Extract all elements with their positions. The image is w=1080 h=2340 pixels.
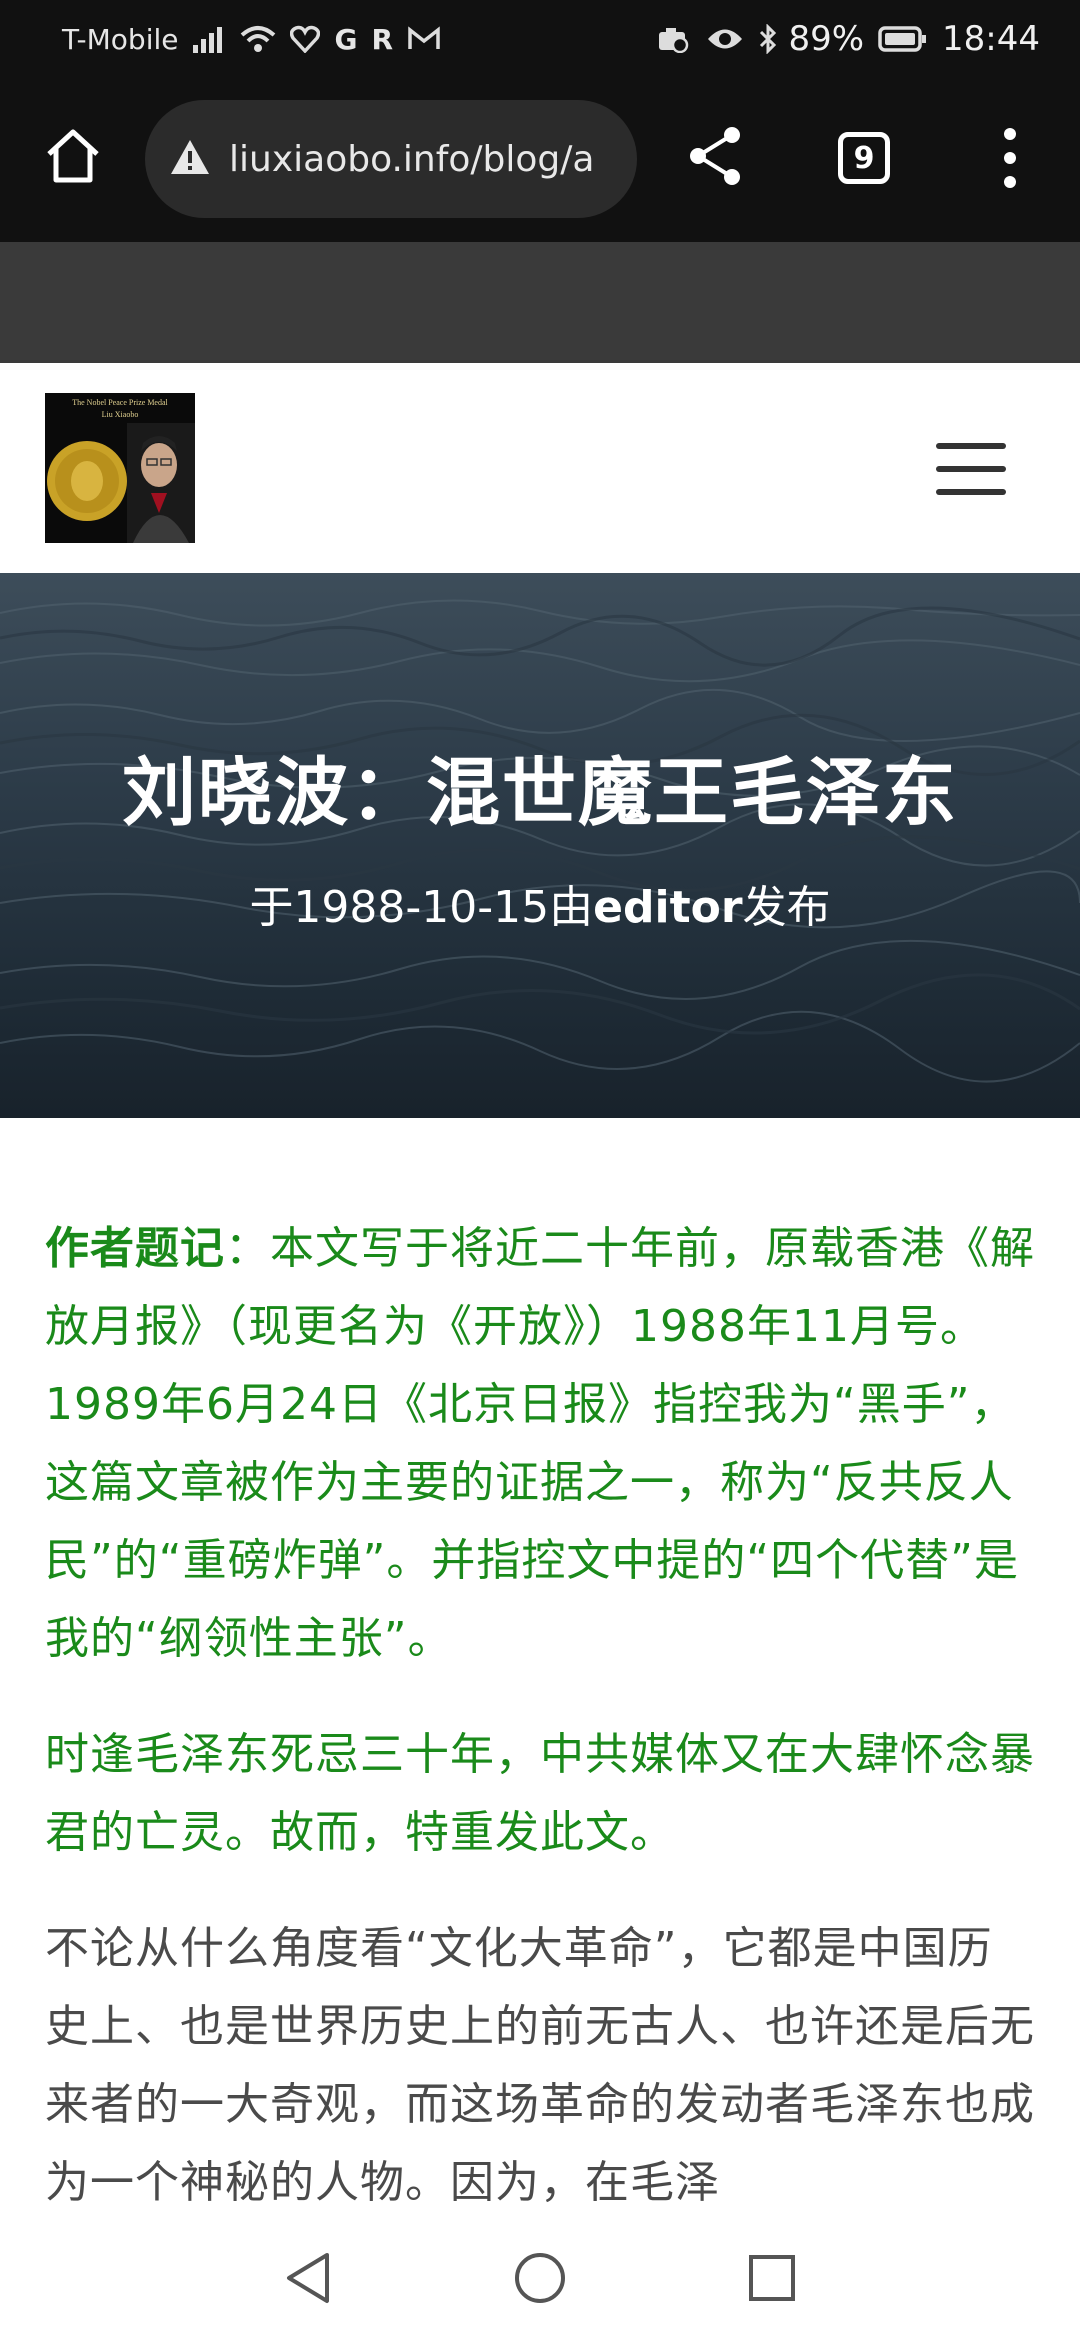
browser-toolbar: liuxiaobo.info/blog/a 9 (0, 78, 1080, 242)
tabs-icon: 9 (838, 132, 890, 184)
home-icon (44, 128, 102, 188)
tab-count: 9 (853, 140, 875, 176)
site-header: The Nobel Peace Prize Medal Liu Xiaobo (0, 363, 1080, 573)
camera-icon (656, 25, 692, 53)
logo-name-text: Liu Xiaobo (102, 410, 139, 419)
g-icon: G (334, 22, 358, 56)
sea-background-image (0, 599, 1080, 1083)
share-button[interactable] (680, 118, 750, 198)
nav-back-button[interactable] (278, 2250, 338, 2310)
back-icon (283, 2251, 333, 2309)
author-note-label: 作者题记 (45, 1223, 225, 1274)
logo-top-text: The Nobel Peace Prize Medal (72, 398, 168, 407)
wifi-icon (240, 25, 276, 53)
url-bar[interactable]: liuxiaobo.info/blog/a (145, 100, 637, 218)
home-circle-icon (513, 2251, 567, 2309)
home-button[interactable] (38, 118, 108, 198)
post-meta-suffix: 发布 (742, 882, 831, 933)
site-logo[interactable]: The Nobel Peace Prize Medal Liu Xiaobo (45, 393, 195, 543)
more-icon (1004, 122, 1016, 194)
bluetooth-icon (758, 24, 778, 54)
battery-percent: 89% (788, 19, 865, 59)
author-note-paragraph: 作者题记：本文写于将近二十年前，原载香港《解放月报》（现更名为《开放》）1988… (45, 1210, 1035, 1678)
nav-home-button[interactable] (510, 2250, 570, 2310)
warning-icon (169, 138, 211, 180)
status-left: T-Mobile G R (62, 23, 441, 56)
r-icon: R (371, 22, 394, 56)
share-icon (686, 125, 744, 191)
author-note-text: ：本文写于将近二十年前，原载香港《解放月报》（现更名为《开放》）1988年11月… (45, 1223, 1035, 1664)
post-meta-prefix: 于1988-10-15由 (249, 882, 594, 933)
heart-icon (290, 25, 321, 53)
mail-icon (407, 26, 441, 52)
signal-icon (192, 25, 226, 53)
more-menu-button[interactable] (985, 118, 1035, 198)
hero-banner: 刘晓波：混世魔王毛泽东 于1988-10-15由editor发布 (0, 573, 1080, 1118)
hamburger-menu-button[interactable] (936, 443, 1006, 495)
clock: 18:44 (942, 19, 1040, 59)
carrier-label: T-Mobile (62, 22, 179, 56)
post-author-link[interactable]: editor (593, 882, 742, 933)
recents-icon (747, 2253, 797, 2307)
status-bar: T-Mobile G R 89% 18:44 (0, 0, 1080, 78)
battery-icon (878, 25, 928, 53)
status-right: 89% 18:44 (642, 19, 1040, 59)
system-nav-bar (0, 2220, 1080, 2340)
hamburger-line (936, 466, 1006, 472)
url-text: liuxiaobo.info/blog/a (229, 138, 595, 180)
body-paragraph: 不论从什么角度看“文化大革命”，它都是中国历史上、也是世界历史上的前无古人、也许… (45, 1923, 1035, 2208)
intro-paragraph: 时逢毛泽东死忌三十年，中共媒体又在大肆怀念暴君的亡灵。故而，特重发此文。 (45, 1729, 1035, 1858)
nav-recents-button[interactable] (742, 2250, 802, 2310)
page-top-band (0, 242, 1080, 363)
hamburger-line (936, 443, 1006, 449)
eye-icon (706, 26, 744, 52)
post-title: 刘晓波：混世魔王毛泽东 (122, 750, 958, 836)
hamburger-line (936, 489, 1006, 495)
article-body: 作者题记：本文写于将近二十年前，原载香港《解放月报》（现更名为《开放》）1988… (45, 1210, 1035, 2260)
tabs-button[interactable]: 9 (828, 126, 900, 190)
post-meta: 于1988-10-15由editor发布 (0, 871, 1080, 935)
